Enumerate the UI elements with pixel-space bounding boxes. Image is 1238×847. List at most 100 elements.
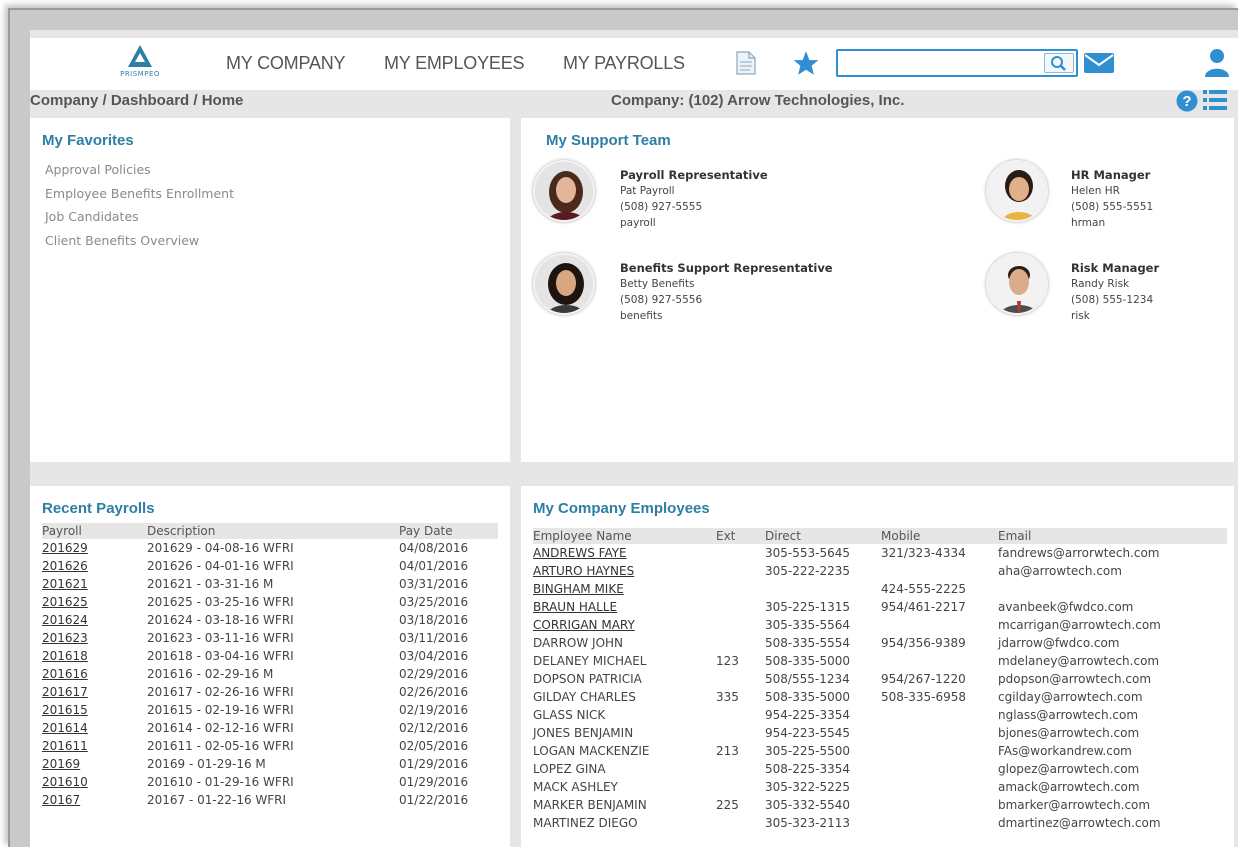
table-row: 201617 201617 - 02-26-16 WFRI 02/26/2016 [42, 683, 498, 701]
employee-ext: 123 [716, 654, 739, 668]
favorite-star-icon[interactable] [792, 50, 820, 82]
nav-my-company[interactable]: MY COMPANY [226, 53, 346, 74]
employee-ext: 225 [716, 798, 739, 812]
payroll-description: 20169 - 01-29-16 M [147, 757, 266, 771]
employee-name-link[interactable]: ANDREWS FAYE [533, 544, 716, 562]
payroll-pay-date: 03/04/2016 [399, 649, 469, 663]
employee-mobile: 321/323-4334 [881, 546, 966, 560]
employee-email: avanbeek@fwdco.com [998, 600, 1134, 614]
payroll-id-link[interactable]: 201623 [42, 629, 147, 647]
payroll-pay-date: 01/29/2016 [399, 775, 469, 789]
table-row: BINGHAM MIKE 424-555-2225 [533, 580, 1227, 598]
nav-my-employees[interactable]: MY EMPLOYEES [384, 53, 525, 74]
payroll-description: 201621 - 03-31-16 M [147, 577, 274, 591]
list-menu-icon[interactable] [1203, 89, 1227, 116]
user-profile-icon[interactable] [1204, 48, 1230, 83]
table-row: 201616 201616 - 02-29-16 M 02/29/2016 [42, 665, 498, 683]
favorite-item[interactable]: Approval Policies [45, 158, 234, 182]
employee-name-link: GILDAY CHARLES [533, 690, 636, 704]
payroll-pay-date: 03/18/2016 [399, 613, 469, 627]
favorite-item[interactable]: Job Candidates [45, 205, 234, 229]
benefits-rep-info: Benefits Support Representative Betty Be… [620, 260, 833, 324]
favorites-list: Approval Policies Employee Benefits Enro… [45, 158, 234, 252]
document-icon[interactable] [736, 51, 756, 80]
company-label: Company: (102) Arrow Technologies, Inc. [611, 92, 905, 109]
favorites-title: My Favorites [42, 132, 134, 149]
table-row: LOGAN MACKENZIE 213 305-225-5500 FAs@workan… [533, 742, 1227, 760]
payroll-id-link[interactable]: 201611 [42, 737, 147, 755]
payroll-description: 201614 - 02-12-16 WFRI [147, 721, 294, 735]
payroll-id-link[interactable]: 201616 [42, 665, 147, 683]
payroll-pay-date: 01/22/2016 [399, 793, 469, 807]
payroll-id-link[interactable]: 201615 [42, 701, 147, 719]
payroll-rep-avatar [533, 160, 595, 222]
favorite-item[interactable]: Employee Benefits Enrollment [45, 182, 234, 206]
employee-name-link: DARROW JOHN [533, 636, 624, 650]
mail-icon[interactable] [1084, 53, 1114, 78]
recent-payrolls-panel: Recent Payrolls Payroll Description Pay … [30, 486, 510, 847]
column-header: Direct [765, 528, 881, 544]
employee-email: pdopson@arrowtech.com [998, 672, 1152, 686]
payroll-id-link[interactable]: 201610 [42, 773, 147, 791]
table-row: 201623 201623 - 03-11-16 WFRI 03/11/2016 [42, 629, 498, 647]
nav-my-payrolls[interactable]: MY PAYROLLS [563, 53, 685, 74]
employee-name-link[interactable]: BRAUN HALLE [533, 598, 716, 616]
employee-name-link: DELANEY MICHAEL [533, 654, 647, 668]
employee-mobile: 424-555-2225 [881, 582, 967, 596]
employee-direct-phone: 305-332-5540 [765, 798, 851, 812]
table-row: 201629 201629 - 04-08-16 WFRI 04/08/2016 [42, 539, 498, 557]
table-row: 201626 201626 - 04-01-16 WFRI 04/01/2016 [42, 557, 498, 575]
payroll-description: 201624 - 03-18-16 WFRI [147, 613, 294, 627]
favorite-item[interactable]: Client Benefits Overview [45, 229, 234, 253]
help-icon[interactable]: ? [1176, 90, 1198, 117]
table-row: ANDREWS FAYE 305-553-5645 321/323-4334 fand… [533, 544, 1227, 562]
employee-direct-phone [765, 580, 881, 598]
table-row: ARTURO HAYNES 305-222-2235 aha@arrowtech.c… [533, 562, 1227, 580]
benefits-rep-avatar [533, 253, 595, 315]
employees-title: My Company Employees [533, 500, 710, 517]
payroll-pay-date: 04/01/2016 [399, 559, 469, 573]
support-name: Randy Risk [1071, 278, 1130, 290]
table-row: 201621 201621 - 03-31-16 M 03/31/2016 [42, 575, 498, 593]
payroll-description: 20167 - 01-22-16 WFRI [147, 793, 287, 807]
payroll-id-link[interactable]: 20169 [42, 755, 147, 773]
employee-name-link[interactable]: ARTURO HAYNES [533, 562, 716, 580]
payroll-description: 201625 - 03-25-16 WFRI [147, 595, 294, 609]
search-input[interactable] [842, 53, 1038, 73]
payroll-id-link[interactable]: 201626 [42, 557, 147, 575]
logo-text: PRISMPEO [120, 70, 160, 78]
payroll-id-link[interactable]: 201629 [42, 539, 147, 557]
support-username: risk [1071, 310, 1090, 322]
payroll-id-link[interactable]: 201621 [42, 575, 147, 593]
table-row: 201615 201615 - 02-19-16 WFRI 02/19/2016 [42, 701, 498, 719]
support-phone: (508) 927-5555 [620, 201, 703, 213]
payroll-pay-date: 03/25/2016 [399, 595, 469, 609]
payroll-id-link[interactable]: 20167 [42, 791, 147, 809]
employee-direct-phone: 305-225-1315 [765, 600, 851, 614]
employee-name-link[interactable]: CORRIGAN MARY [533, 616, 716, 634]
prismpeo-logo[interactable]: PRISMPEO [110, 44, 170, 88]
column-header: Payroll [42, 523, 147, 539]
employee-email: glopez@arrowtech.com [998, 762, 1140, 776]
table-row: LOPEZ GINA 508-225-3354 glopez@arrowtech.c… [533, 760, 1227, 778]
app-content: PRISMPEO MY COMPANY MY EMPLOYEES MY PAYR… [30, 30, 1238, 847]
employee-email: amack@arrowtech.com [998, 780, 1140, 794]
table-row: 20167 20167 - 01-22-16 WFRI 01/22/2016 [42, 791, 498, 809]
payroll-id-link[interactable]: 201614 [42, 719, 147, 737]
column-header: Pay Date [399, 523, 498, 539]
employee-name-link[interactable]: BINGHAM MIKE [533, 580, 716, 598]
search-button[interactable] [1044, 53, 1074, 73]
payroll-id-link[interactable]: 201618 [42, 647, 147, 665]
employee-name-link: LOGAN MACKENZIE [533, 744, 650, 758]
column-header: Employee Name [533, 528, 716, 544]
support-name: Helen HR [1071, 185, 1120, 197]
support-username: hrman [1071, 217, 1106, 229]
payroll-rep-info: Payroll Representative Pat Payroll (508)… [620, 167, 768, 231]
payroll-id-link[interactable]: 201617 [42, 683, 147, 701]
payroll-description: 201616 - 02-29-16 M [147, 667, 274, 681]
payroll-id-link[interactable]: 201625 [42, 593, 147, 611]
employee-name-link: MARKER BENJAMIN [533, 798, 647, 812]
payroll-id-link[interactable]: 201624 [42, 611, 147, 629]
employee-mobile [881, 706, 998, 724]
table-row: DOPSON PATRICIA 508/555-1234 954/267-1220 p… [533, 670, 1227, 688]
